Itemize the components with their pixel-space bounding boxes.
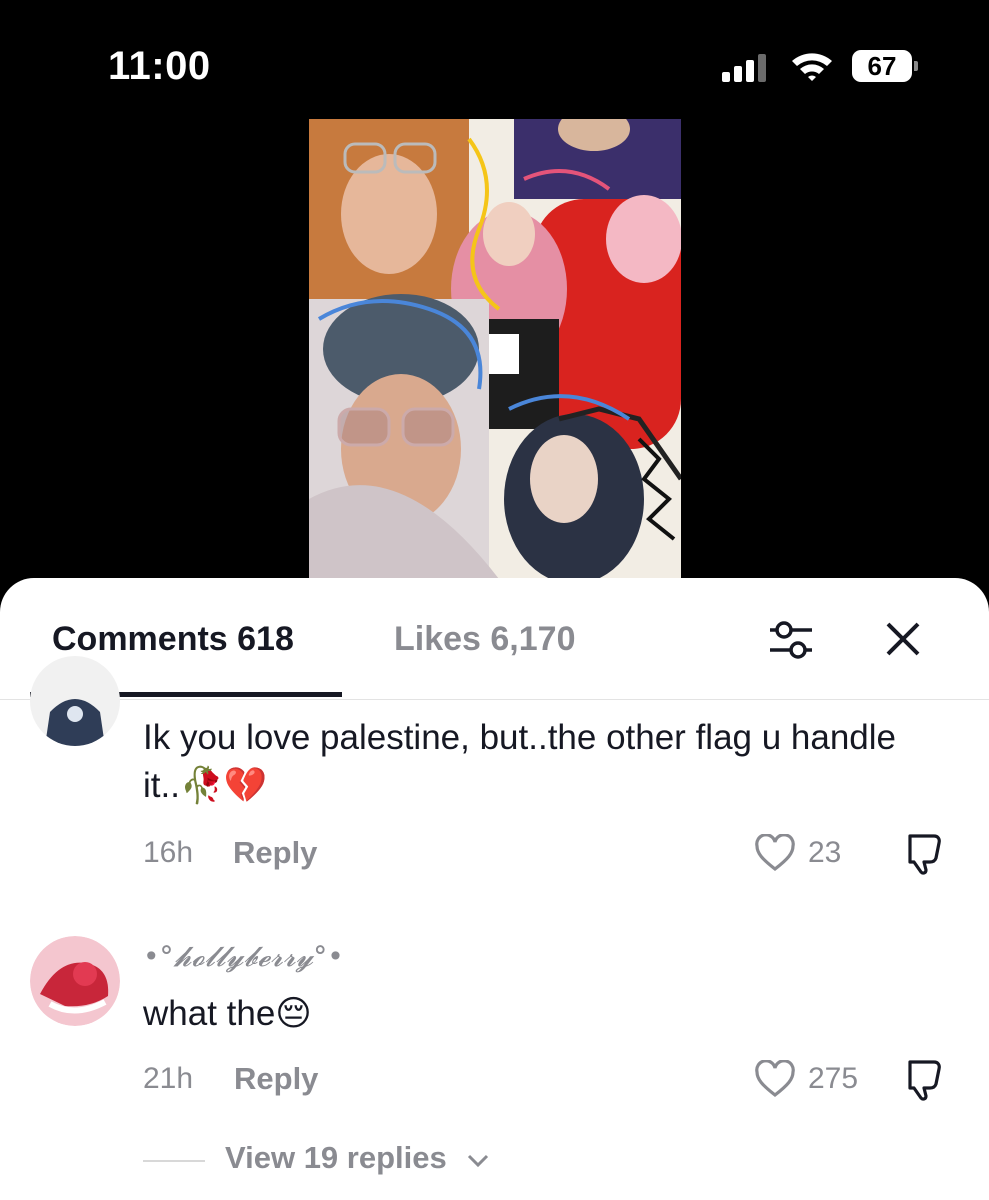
heart-icon[interactable] [754,834,796,872]
tab-likes[interactable]: Likes 6,170 [394,620,575,659]
battery-level: 67 [852,50,912,82]
status-bar: 11:00 67 [0,0,989,120]
chevron-down-icon [467,1154,489,1168]
comment-username[interactable]: •°𝓱𝓸𝓵𝓵𝔂𝓫𝓮𝓻𝓻𝔂°• [143,940,344,974]
dislike-icon[interactable] [904,1058,950,1102]
dislike-icon[interactable] [904,832,950,876]
wifi-icon [792,53,832,81]
replies-divider [143,1160,205,1162]
avatar[interactable] [30,656,120,746]
close-icon[interactable] [882,618,924,660]
reply-button[interactable]: Reply [234,1061,318,1097]
filter-icon[interactable] [766,618,816,662]
like-count: 275 [808,1062,859,1095]
comment-time: 16h [143,836,194,869]
comment-time: 21h [143,1062,194,1095]
avatar[interactable] [30,936,120,1026]
tab-bar: Comments 618 Likes 6,170 [0,578,989,700]
video-thumbnail[interactable] [309,119,681,579]
reply-button[interactable]: Reply [233,835,317,871]
signal-icon [722,52,768,82]
battery-icon: 67 [852,50,918,82]
comments-sheet: Comments 618 Likes 6,170 Ik you love pal… [0,578,989,1200]
status-time: 11:00 [108,44,211,88]
comment-text: Ik you love palestine, but..the other fl… [143,718,897,805]
comment-text: what the😔 [143,994,312,1033]
view-replies-label: View 19 replies [225,1140,447,1175]
tab-comments[interactable]: Comments 618 [52,620,294,659]
like-count: 23 [808,836,842,869]
heart-icon[interactable] [754,1060,796,1098]
